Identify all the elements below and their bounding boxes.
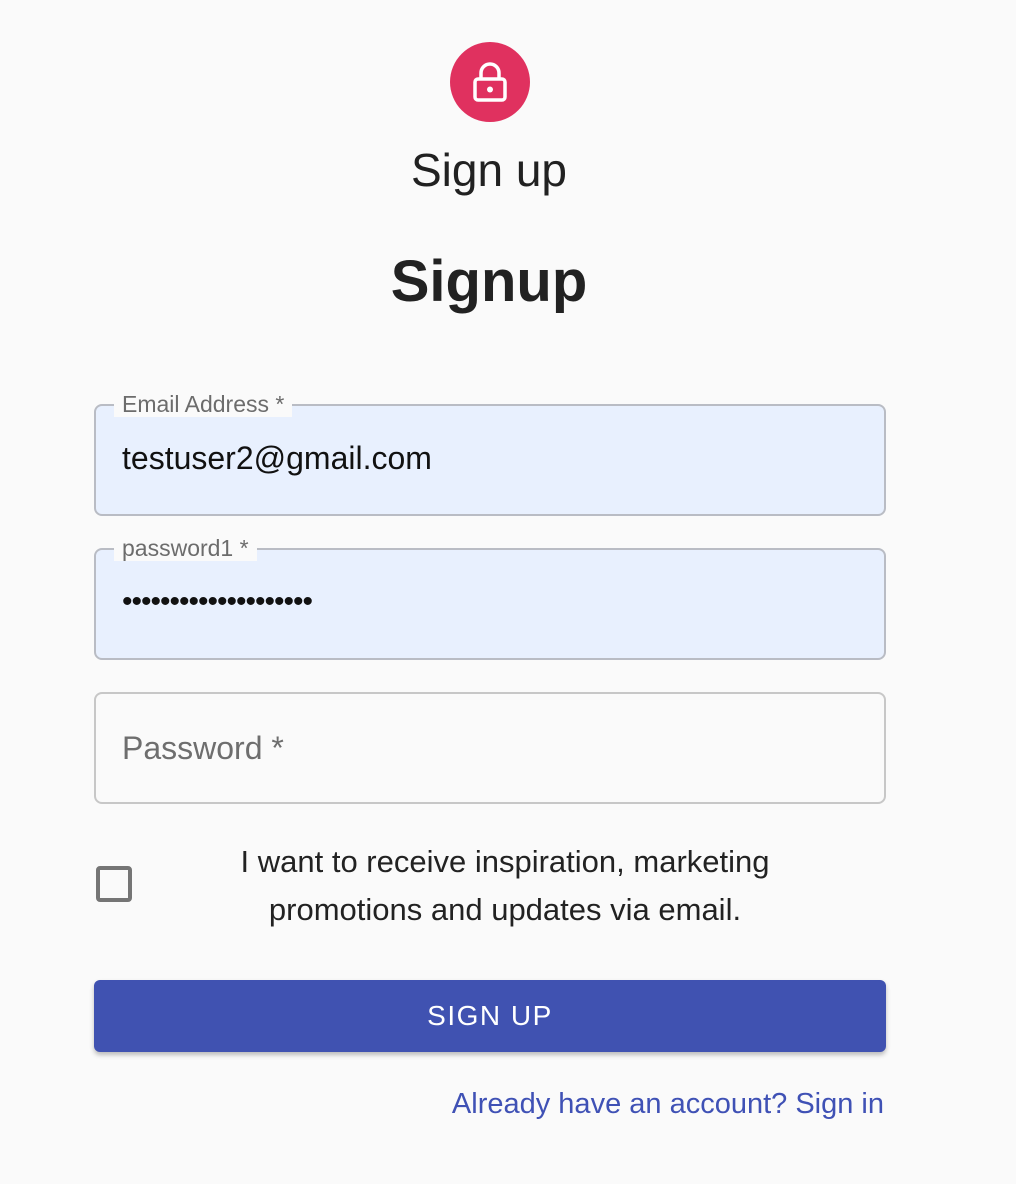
- password1-field-value: ••••••••••••••••••••: [122, 585, 313, 618]
- email-field-label: Email Address *: [114, 391, 293, 417]
- password-field-placeholder: Password *: [122, 730, 284, 766]
- marketing-consent-label[interactable]: I want to receive inspiration, marketing…: [180, 838, 830, 934]
- sign-up-button-label: SIGN UP: [427, 1000, 553, 1031]
- email-field-value: testuser2@gmail.com: [122, 440, 432, 476]
- page-title: Signup: [390, 249, 588, 314]
- marketing-consent-checkbox[interactable]: [96, 866, 132, 902]
- sign-up-button[interactable]: SIGN UP: [94, 980, 886, 1052]
- avatar: [450, 42, 530, 122]
- email-field[interactable]: Email Address * testuser2@gmail.com: [94, 391, 886, 516]
- password-field[interactable]: Password *: [94, 692, 886, 804]
- password1-field[interactable]: password1 * ••••••••••••••••••••: [94, 535, 886, 660]
- page-subtitle: Sign up: [410, 144, 567, 196]
- sign-in-link[interactable]: Already have an account? Sign in: [452, 1086, 884, 1122]
- signup-page: Sign up Signup Email Address * testuser2…: [0, 0, 1016, 1184]
- lock-icon: [472, 62, 508, 102]
- password1-field-label: password1 *: [114, 535, 257, 561]
